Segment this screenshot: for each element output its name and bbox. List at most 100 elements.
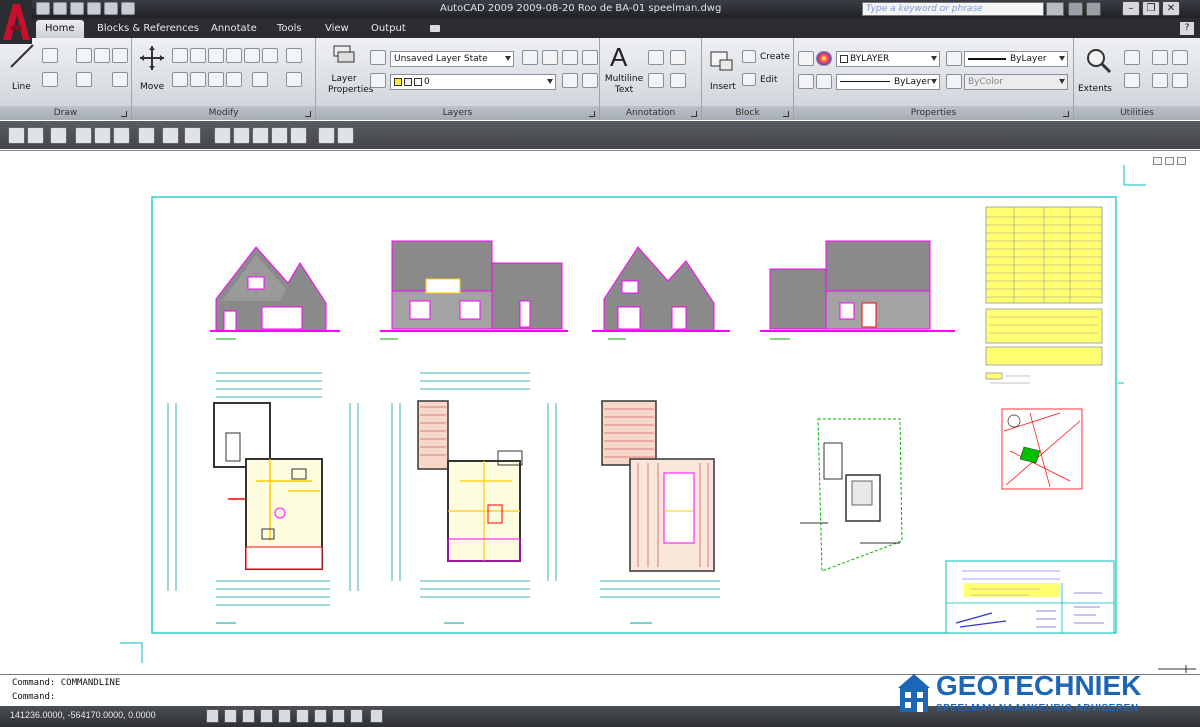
object-snap-icon[interactable] (278, 709, 291, 723)
restore-button[interactable]: ❐ (1142, 1, 1160, 16)
ellipse-icon[interactable] (76, 72, 92, 87)
linetype-icon[interactable] (816, 74, 832, 89)
color-dropdown[interactable]: BYLAYER (836, 51, 940, 67)
zoom-realtime-icon[interactable] (214, 127, 231, 144)
tab-tools[interactable]: Tools (268, 20, 311, 38)
rectangle-icon[interactable] (112, 48, 128, 63)
layer-freeze-icon[interactable] (370, 73, 386, 88)
checklist-icon[interactable] (27, 127, 44, 144)
block-panel-title[interactable]: Block (702, 106, 793, 120)
close-button[interactable]: ✕ (1162, 1, 1180, 16)
render-icon[interactable] (50, 127, 67, 144)
redo-icon[interactable] (121, 2, 135, 15)
help-button[interactable]: ? (1180, 22, 1194, 35)
edit-block-icon[interactable] (742, 73, 756, 86)
search-input[interactable]: Type a keyword or phrase (862, 2, 1044, 16)
paste-icon[interactable] (1124, 73, 1140, 88)
layer-match-icon[interactable] (522, 50, 538, 65)
plot-style-dropdown[interactable]: ByColor (964, 74, 1068, 90)
drawing-area[interactable] (0, 150, 1200, 673)
pan-icon[interactable] (138, 127, 155, 144)
utilities-panel-title[interactable]: Utilities (1074, 106, 1200, 120)
layer-dropdown[interactable]: 0 (390, 74, 556, 90)
orbit-icon[interactable] (75, 127, 92, 144)
modify-panel-title[interactable]: Modify (132, 106, 315, 120)
annotation-panel-title[interactable]: Annotation (600, 106, 701, 120)
color-wheel-icon[interactable] (816, 51, 832, 66)
favorites-star-icon[interactable] (1086, 2, 1101, 16)
lineweight-icon[interactable] (946, 51, 962, 66)
layer-off-icon[interactable] (562, 73, 578, 88)
properties-panel-title[interactable]: Properties (794, 106, 1073, 120)
dynamic-input-icon[interactable] (332, 709, 345, 723)
cut-icon[interactable] (1152, 73, 1168, 88)
grid-display-icon[interactable] (224, 709, 237, 723)
viewport-icon[interactable] (8, 127, 25, 144)
tab-output[interactable]: Output (362, 20, 415, 38)
named-views-icon[interactable] (162, 127, 179, 144)
quick-select-icon[interactable] (1152, 50, 1168, 65)
free-orbit-icon[interactable] (94, 127, 111, 144)
block-panel-expand-icon[interactable] (783, 111, 789, 117)
communication-center-icon[interactable] (1068, 2, 1083, 16)
rotate-icon[interactable] (190, 48, 206, 63)
annotation-panel-expand-icon[interactable] (691, 111, 697, 117)
line-tool-icon[interactable] (8, 42, 36, 70)
extents-label[interactable]: Extents (1078, 84, 1112, 94)
view-manager-icon[interactable] (184, 127, 201, 144)
arc-icon[interactable] (76, 48, 92, 63)
layer-state-dropdown[interactable]: Unsaved Layer State (390, 51, 514, 67)
list-icon[interactable] (798, 74, 814, 89)
plot-style-icon[interactable] (946, 74, 962, 89)
quick-properties-icon[interactable] (370, 709, 383, 723)
new-file-icon[interactable] (36, 2, 50, 15)
mirror-icon[interactable] (262, 48, 278, 63)
lineweight-toggle-icon[interactable] (350, 709, 363, 723)
zoom-extents-icon[interactable] (1084, 46, 1112, 74)
single-line-text-icon[interactable] (648, 50, 664, 65)
search-icon[interactable] (1046, 2, 1064, 16)
polygon-icon[interactable] (94, 48, 110, 63)
layer-previous-icon[interactable] (542, 50, 558, 65)
undo-icon[interactable] (104, 2, 118, 15)
polyline-icon[interactable] (42, 48, 58, 63)
zoom-in-icon[interactable] (271, 127, 288, 144)
layer-properties-icon[interactable] (330, 42, 358, 70)
autocad-logo-icon[interactable] (0, 0, 32, 44)
zoom-previous-icon[interactable] (233, 127, 250, 144)
create-block-icon[interactable] (742, 50, 756, 63)
move-tool-icon[interactable] (138, 44, 166, 72)
measure-icon[interactable] (1124, 50, 1140, 65)
properties-panel-expand-icon[interactable] (1063, 111, 1069, 117)
calculator-icon[interactable] (1172, 50, 1188, 65)
extend-icon[interactable] (208, 72, 224, 87)
copy-icon[interactable] (172, 48, 188, 63)
copy-clip-icon[interactable] (1172, 73, 1188, 88)
match-properties-icon[interactable] (798, 51, 814, 66)
minimize-button[interactable]: – (1122, 1, 1140, 16)
linetype-dropdown[interactable]: ByLayer (836, 74, 940, 90)
zoom-out-icon[interactable] (290, 127, 307, 144)
snap-mode-icon[interactable] (206, 709, 219, 723)
multiline-text-icon[interactable]: A (610, 42, 627, 73)
draw-panel-title[interactable]: Draw (0, 106, 131, 120)
dwg-drawing[interactable] (0, 151, 1200, 673)
command-input[interactable]: Command: (12, 691, 55, 703)
tab-blocks-references[interactable]: Blocks & References (88, 20, 208, 38)
layer-isolate-icon[interactable] (562, 50, 578, 65)
tab-home[interactable]: Home (36, 20, 84, 38)
dynamic-ucs-icon[interactable] (314, 709, 327, 723)
fillet-icon[interactable] (252, 72, 268, 87)
tab-annotate[interactable]: Annotate (202, 20, 266, 38)
tab-view[interactable]: View (316, 20, 358, 38)
continuous-orbit-icon[interactable] (113, 127, 130, 144)
stretch-icon[interactable] (244, 48, 260, 63)
plot-icon[interactable] (337, 127, 354, 144)
dimension-icon[interactable] (670, 50, 686, 65)
lineweight-dropdown[interactable]: ByLayer (964, 51, 1068, 67)
ribbon-minimize-icon[interactable] (424, 20, 446, 38)
break-icon[interactable] (226, 72, 242, 87)
array-icon[interactable] (286, 48, 302, 63)
object-snap-tracking-icon[interactable] (296, 709, 309, 723)
create-block-label[interactable]: Create (760, 52, 790, 62)
